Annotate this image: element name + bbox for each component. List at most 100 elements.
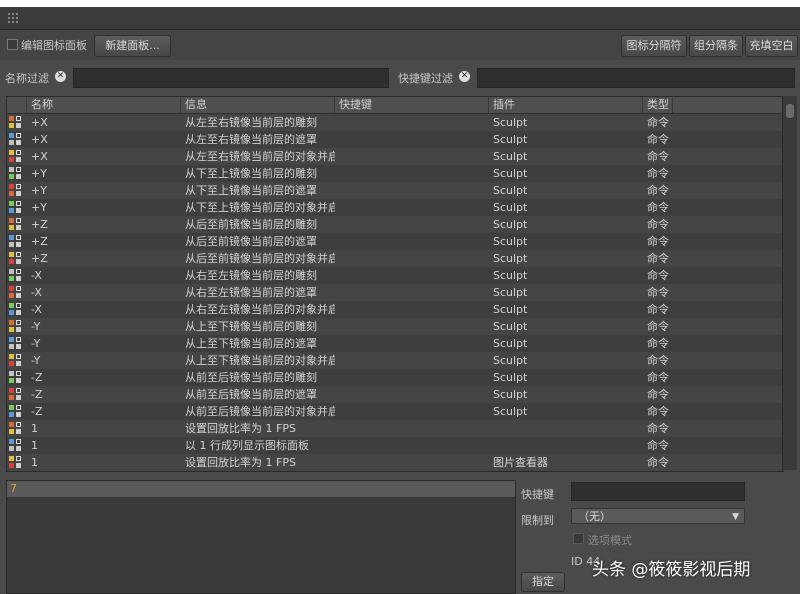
cell-name: -Y <box>31 337 41 350</box>
group-separator-button[interactable]: 组分隔条 <box>689 35 743 57</box>
clear-shortcut-filter-icon[interactable]: ✕ <box>459 71 470 82</box>
table-row[interactable]: +Y 从下至上镜像当前层的雕刻 Sculpt 命令 <box>7 165 783 182</box>
cell-name: +Z <box>31 235 48 248</box>
cell-info: 从下至上镜像当前层的雕刻 <box>185 167 317 180</box>
table-row[interactable]: +X 从左至右镜像当前层的遮罩 Sculpt 命令 <box>7 131 783 148</box>
table-row[interactable]: +Y 从下至上镜像当前层的遮罩 Sculpt 命令 <box>7 182 783 199</box>
scrollbar-thumb[interactable] <box>786 104 794 118</box>
cell-name: +Y <box>31 201 47 214</box>
fill-blank-button[interactable]: 充填空白 <box>745 35 798 57</box>
cell-plugin: Sculpt <box>493 337 528 350</box>
cell-plugin: Sculpt <box>493 116 528 129</box>
shortcut-input-value[interactable]: 7 <box>10 482 17 495</box>
restrict-dropdown-value: （无） <box>578 510 611 523</box>
command-icon <box>9 218 23 231</box>
cell-type: 命令 <box>647 422 669 435</box>
table-row[interactable]: +Y 从下至上镜像当前层的对象并启 Sculpt 命令 <box>7 199 783 216</box>
cell-type: 命令 <box>647 303 669 316</box>
table-row[interactable]: -Z 从前至后镜像当前层的遮罩 Sculpt 命令 <box>7 386 783 403</box>
chevron-down-icon: ▼ <box>732 512 739 522</box>
table-row[interactable]: 1 设置回放比率为 1 FPS 图片查看器 命令 <box>7 454 783 471</box>
table-row[interactable]: -Y 从上至下镜像当前层的雕刻 Sculpt 命令 <box>7 318 783 335</box>
command-icon <box>9 303 23 316</box>
cell-plugin: Sculpt <box>493 269 528 282</box>
command-icon <box>9 269 23 282</box>
grip-icon[interactable] <box>7 12 19 24</box>
table-row[interactable]: +Z 从后至前镜像当前层的对象并启 Sculpt 命令 <box>7 250 783 267</box>
table-row[interactable]: 1 设置回放比率为 1 FPS 命令 <box>7 420 783 437</box>
icon-separator-button[interactable]: 图标分隔符 <box>621 35 687 57</box>
cell-info: 从下至上镜像当前层的对象并启 <box>185 201 335 214</box>
command-icon <box>9 456 23 469</box>
command-icon <box>9 167 23 180</box>
table-row[interactable]: -Y 从上至下镜像当前层的遮罩 Sculpt 命令 <box>7 335 783 352</box>
option-mode-label: 选项模式 <box>588 534 632 547</box>
clear-name-filter-icon[interactable]: ✕ <box>55 71 66 82</box>
assign-button[interactable]: 指定 <box>521 572 565 592</box>
command-table: 名称 信息 快捷键 插件 类型 +X 从左至右镜像当前层的雕刻 Sculpt 命令 +X… <box>6 96 784 472</box>
cell-info: 从前至后镜像当前层的对象并启 <box>185 405 335 418</box>
table-row[interactable]: +Z 从后至前镜像当前层的遮罩 Sculpt 命令 <box>7 233 783 250</box>
cell-plugin: Sculpt <box>493 388 528 401</box>
column-header-plugin[interactable]: 插件 <box>489 97 643 113</box>
cell-info: 从上至下镜像当前层的遮罩 <box>185 337 317 350</box>
command-icon <box>9 439 23 452</box>
command-icon <box>9 354 23 367</box>
new-panel-button[interactable]: 新建面板... <box>94 35 171 57</box>
edit-icon-panel-checkbox[interactable] <box>7 39 18 50</box>
command-icon <box>9 320 23 333</box>
column-header-shortcut[interactable]: 快捷键 <box>335 97 489 113</box>
table-scrollbar[interactable] <box>782 96 797 470</box>
cell-name: +Y <box>31 184 47 197</box>
table-row[interactable]: +Z 从后至前镜像当前层的雕刻 Sculpt 命令 <box>7 216 783 233</box>
table-row[interactable]: 1 以 1 行成列显示图标面板 命令 <box>7 437 783 454</box>
table-row[interactable]: +X 从左至右镜像当前层的雕刻 Sculpt 命令 <box>7 114 783 131</box>
cell-plugin: Sculpt <box>493 354 528 367</box>
column-header-type[interactable]: 类型 <box>643 97 673 113</box>
column-header-name[interactable]: 名称 <box>27 97 181 113</box>
shortcut-field[interactable] <box>571 482 745 501</box>
cell-plugin: Sculpt <box>493 235 528 248</box>
shortcut-filter-input[interactable] <box>477 68 795 88</box>
table-row[interactable]: -X 从右至左镜像当前层的遮罩 Sculpt 命令 <box>7 284 783 301</box>
filter-bar: 名称过滤 ✕ 快捷键过滤 ✕ <box>0 64 800 90</box>
command-icon <box>9 405 23 418</box>
cell-type: 命令 <box>647 405 669 418</box>
cell-type: 命令 <box>647 218 669 231</box>
cell-name: -Z <box>31 371 43 384</box>
command-icon <box>9 201 23 214</box>
cell-plugin: Sculpt <box>493 303 528 316</box>
cell-info: 从左至右镜像当前层的雕刻 <box>185 116 317 129</box>
cell-name: +X <box>31 150 48 163</box>
table-row[interactable]: -X 从右至左镜像当前层的雕刻 Sculpt 命令 <box>7 267 783 284</box>
shortcut-editor-area: 7 <box>6 480 516 594</box>
cell-info: 从后至前镜像当前层的雕刻 <box>185 218 317 231</box>
cell-type: 命令 <box>647 133 669 146</box>
cell-info: 从上至下镜像当前层的雕刻 <box>185 320 317 333</box>
command-icon <box>9 286 23 299</box>
cell-name: -X <box>31 303 42 316</box>
cell-name: -Z <box>31 388 43 401</box>
option-mode-checkbox[interactable] <box>573 533 584 544</box>
command-icon <box>9 184 23 197</box>
cell-info: 从后至前镜像当前层的遮罩 <box>185 235 317 248</box>
column-header-info[interactable]: 信息 <box>181 97 335 113</box>
table-row[interactable]: -Z 从前至后镜像当前层的对象并启 Sculpt 命令 <box>7 403 783 420</box>
table-row[interactable]: -Y 从上至下镜像当前层的对象并启 Sculpt 命令 <box>7 352 783 369</box>
restrict-dropdown[interactable]: （无） ▼ <box>571 508 745 524</box>
cell-type: 命令 <box>647 184 669 197</box>
cell-type: 命令 <box>647 388 669 401</box>
table-row[interactable]: +X 从左至右镜像当前层的对象并启 Sculpt 命令 <box>7 148 783 165</box>
cell-type: 命令 <box>647 286 669 299</box>
panel-title-bar[interactable] <box>0 7 800 30</box>
cell-plugin: Sculpt <box>493 133 528 146</box>
cell-name: +X <box>31 116 48 129</box>
cell-plugin: Sculpt <box>493 184 528 197</box>
table-row[interactable]: -Z 从前至后镜像当前层的雕刻 Sculpt 命令 <box>7 369 783 386</box>
name-filter-input[interactable] <box>73 68 389 88</box>
shortcut-input-bar[interactable]: 7 <box>7 481 515 497</box>
table-row[interactable]: -X 从右至左镜像当前层的对象并启 Sculpt 命令 <box>7 301 783 318</box>
cell-info: 从下至上镜像当前层的遮罩 <box>185 184 317 197</box>
cell-name: +Z <box>31 252 48 265</box>
cell-info: 从左至右镜像当前层的对象并启 <box>185 150 335 163</box>
